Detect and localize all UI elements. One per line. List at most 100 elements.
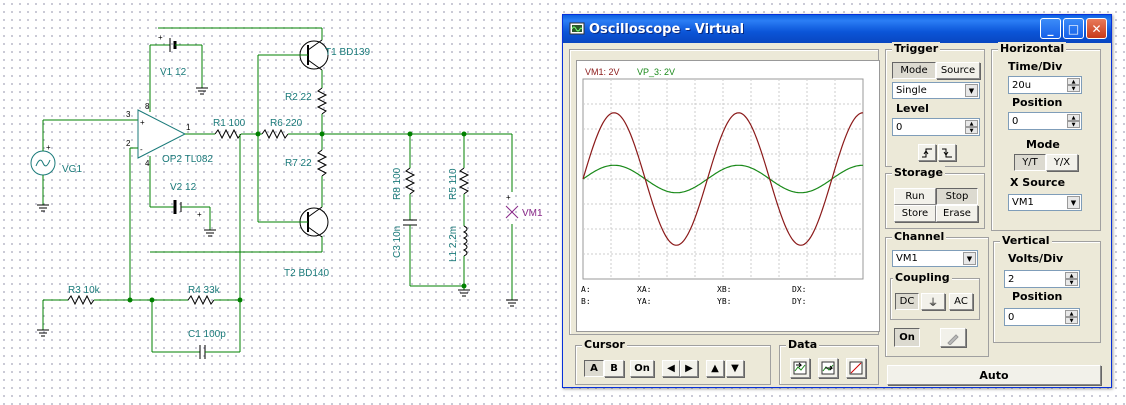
pin-2: 2: [126, 139, 131, 148]
label-r1: R1 100: [213, 118, 246, 129]
erase-button[interactable]: Erase: [936, 205, 978, 222]
ground-icon: [37, 204, 49, 212]
label-r7: R7 22: [285, 158, 312, 169]
store-button[interactable]: Store: [894, 205, 936, 222]
spin-up-icon[interactable]: ▲: [1065, 310, 1078, 317]
close-button[interactable]: ✕: [1086, 18, 1107, 39]
pin-1: 1: [186, 123, 191, 132]
spin-up-icon[interactable]: ▲: [1067, 78, 1080, 85]
label-c3: C3 10n: [392, 226, 403, 258]
cursor-down-button[interactable]: ▼: [726, 360, 744, 377]
display-group: VM1: 2V VP_3: 2V A: XA: XB: DX: B: YA: YB…: [569, 49, 880, 335]
voltsdiv-spinner[interactable]: 2 ▲ ▼: [1004, 270, 1080, 288]
storage-group: Storage Run Stop Store Erase: [885, 166, 985, 229]
trigger-group: Trigger Mode Source Single ▼ Level 0 ▲ ▼: [885, 42, 985, 167]
cursor-title: Cursor: [582, 338, 627, 351]
minimize-button[interactable]: _: [1040, 18, 1061, 39]
channel-group: Channel VM1 ▼ Coupling DC ⏚ AC On: [885, 230, 989, 357]
window-title: Oscilloscope - Virtual: [589, 21, 745, 37]
label-vg1: VG1: [62, 164, 82, 175]
data-title: Data: [786, 338, 820, 351]
channel-select[interactable]: VM1 ▼: [892, 250, 978, 267]
pin-8: 8: [145, 102, 150, 111]
readout-ya: YA:: [637, 297, 652, 306]
label-t1: T1 BD139: [325, 47, 370, 58]
save-data-button[interactable]: [818, 358, 838, 378]
channel-title: Channel: [892, 230, 947, 243]
title-bar[interactable]: Oscilloscope - Virtual _ □ ✕: [563, 15, 1111, 43]
label-vm1: VM1: [522, 208, 543, 219]
pin-3: 3: [126, 110, 131, 119]
falling-edge-icon: [942, 148, 952, 157]
falling-edge-button[interactable]: [938, 144, 956, 161]
yx-mode-button[interactable]: Y/X: [1046, 154, 1078, 171]
ac-coupling-button[interactable]: AC: [949, 293, 973, 310]
spin-down-icon[interactable]: ▼: [1067, 85, 1080, 92]
readout-dx: DX:: [792, 285, 807, 294]
trigger-source-button[interactable]: Source: [936, 62, 980, 79]
opamp-op2[interactable]: [137, 109, 187, 159]
label-v1: V1 12: [160, 67, 187, 78]
yt-mode-button[interactable]: Y/T: [1014, 154, 1046, 171]
load-data-button[interactable]: [790, 358, 810, 378]
run-button[interactable]: Run: [894, 188, 936, 205]
horizontal-position-spinner[interactable]: 0 ▲ ▼: [1008, 112, 1082, 130]
trigger-mode-select[interactable]: Single ▼: [892, 82, 980, 99]
chevron-down-icon: ▼: [963, 252, 976, 265]
spin-down-icon[interactable]: ▼: [1067, 121, 1080, 128]
auto-button[interactable]: Auto: [887, 365, 1101, 385]
vertical-position-label: Position: [1012, 290, 1063, 303]
vertical-title: Vertical: [1000, 234, 1052, 247]
vm1-plus-sign: +: [506, 193, 511, 202]
cursor-b-button[interactable]: B: [604, 360, 624, 377]
vertical-position-spinner[interactable]: 0 ▲ ▼: [1004, 308, 1080, 326]
trigger-level-spinner[interactable]: 0 ▲ ▼: [892, 118, 980, 136]
label-r4: R4 33k: [188, 285, 221, 296]
legend-vp3: VP_3: 2V: [637, 67, 675, 77]
scope-screen: VM1: 2V VP_3: 2V A: XA: XB: DX: B: YA: YB…: [576, 60, 880, 332]
spin-down-icon[interactable]: ▼: [965, 127, 978, 134]
trigger-mode-button[interactable]: Mode: [892, 62, 936, 79]
pin-4: 4: [145, 159, 150, 168]
cursor-group: Cursor A B On ◀ ▶ ▲ ▼: [575, 338, 771, 385]
dc-coupling-button[interactable]: DC: [895, 293, 919, 310]
xsource-label: X Source: [1010, 176, 1066, 189]
label-r8: R8 100: [392, 167, 403, 200]
channel-on-button[interactable]: On: [894, 328, 920, 347]
spin-up-icon[interactable]: ▲: [965, 120, 978, 127]
label-t2: T2 BD140: [284, 268, 329, 279]
label-r6: R6 220: [270, 118, 303, 129]
gnd-coupling-button[interactable]: ⏚: [921, 293, 945, 310]
label-l1: L1 2,2m: [448, 226, 459, 262]
save-data-icon: [821, 361, 835, 375]
spin-down-icon[interactable]: ▼: [1065, 279, 1078, 286]
plot-data-button[interactable]: [846, 358, 866, 378]
trigger-title: Trigger: [892, 42, 941, 55]
maximize-button[interactable]: □: [1063, 18, 1084, 39]
label-v2: V2 12: [170, 182, 197, 193]
readout-b: B:: [581, 297, 591, 306]
voltsdiv-label: Volts/Div: [1008, 252, 1064, 265]
cursor-left-button[interactable]: ◀: [662, 360, 680, 377]
coupling-title: Coupling: [893, 271, 952, 284]
spin-up-icon[interactable]: ▲: [1067, 114, 1080, 121]
xsource-select[interactable]: VM1 ▼: [1008, 194, 1082, 211]
timediv-label: Time/Div: [1008, 60, 1063, 73]
chevron-down-icon: ▼: [1067, 196, 1080, 209]
rising-edge-icon: [922, 148, 932, 157]
cursor-a-button[interactable]: A: [584, 360, 604, 377]
stop-button[interactable]: Stop: [936, 188, 978, 205]
cursor-on-button[interactable]: On: [630, 360, 654, 377]
label-c1: C1 100p: [188, 329, 226, 340]
readout-a: A:: [581, 285, 591, 294]
vm1-probe[interactable]: [505, 205, 519, 219]
spin-up-icon[interactable]: ▲: [1065, 272, 1078, 279]
chevron-down-icon: ▼: [965, 84, 978, 97]
rising-edge-button[interactable]: [918, 144, 936, 161]
cursor-right-button[interactable]: ▶: [680, 360, 698, 377]
spin-down-icon[interactable]: ▼: [1065, 317, 1078, 324]
timediv-spinner[interactable]: 20u ▲ ▼: [1008, 76, 1082, 94]
horizontal-position-label: Position: [1012, 96, 1063, 109]
probe-color-button[interactable]: [940, 328, 966, 347]
cursor-up-button[interactable]: ▲: [706, 360, 724, 377]
